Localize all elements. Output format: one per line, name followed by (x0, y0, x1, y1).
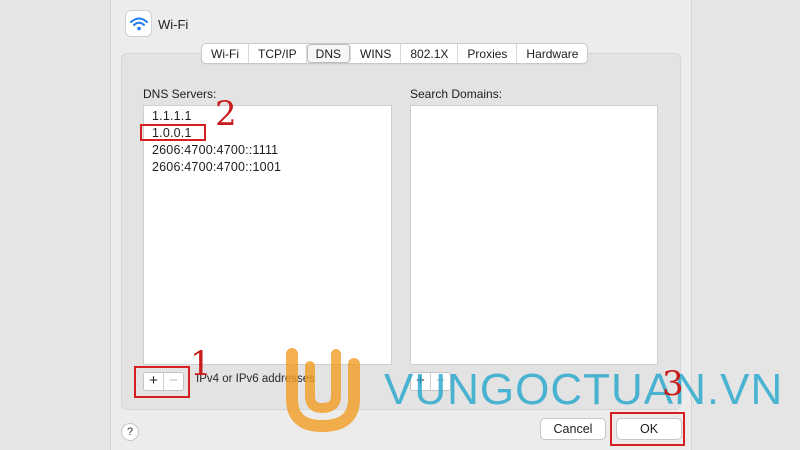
tab-bar: Wi-Fi TCP/IP DNS WINS 802.1X Proxies Har… (201, 43, 589, 64)
tab-wins[interactable]: WINS (351, 44, 402, 63)
annotation-box-dns-entry (140, 124, 206, 141)
tab-dns[interactable]: DNS (306, 44, 351, 63)
tab-proxies[interactable]: Proxies (458, 44, 518, 63)
window-title: Wi-Fi (158, 17, 189, 32)
tab-8021x[interactable]: 802.1X (401, 44, 459, 63)
remove-search-domain-button[interactable]: − (431, 373, 450, 390)
list-item[interactable]: 2606:4700:4700::1001 (144, 159, 391, 176)
dns-hint-text: IPv4 or IPv6 addresses (196, 373, 315, 385)
dns-servers-list[interactable]: 1.1.1.1 1.0.0.1 2606:4700:4700::1111 260… (143, 105, 392, 365)
tab-hardware[interactable]: Hardware (517, 44, 587, 63)
list-item[interactable]: 2606:4700:4700::1111 (144, 142, 391, 159)
tab-tcpip[interactable]: TCP/IP (249, 44, 307, 63)
annotation-box-ok-button (610, 412, 685, 446)
list-item[interactable]: 1.1.1.1 (144, 108, 391, 125)
wifi-icon (125, 10, 152, 37)
cancel-button[interactable]: Cancel (540, 418, 606, 440)
annotation-number-3: 3 (662, 364, 684, 404)
help-button[interactable]: ? (121, 423, 139, 441)
annotation-number-1: 1 (190, 344, 212, 384)
tab-wifi[interactable]: Wi-Fi (202, 44, 249, 63)
dns-servers-label: DNS Servers: (143, 87, 217, 101)
search-domains-label: Search Domains: (410, 87, 503, 101)
search-domains-list[interactable] (410, 105, 658, 365)
add-search-domain-button[interactable]: + (411, 373, 431, 390)
annotation-box-add-button (134, 366, 190, 398)
annotation-number-2: 2 (215, 94, 237, 134)
search-add-remove: + − (410, 372, 451, 391)
